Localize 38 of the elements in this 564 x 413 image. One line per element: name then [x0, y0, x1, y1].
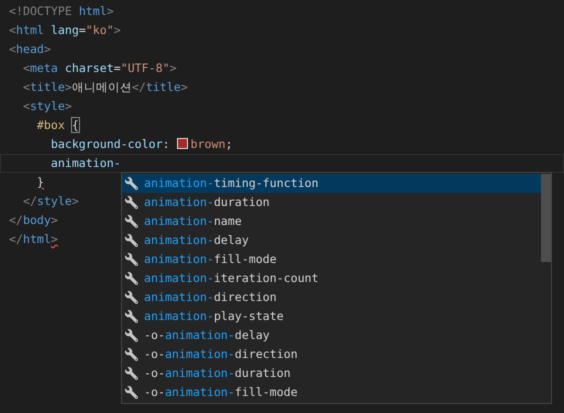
suggestion-item[interactable]: animation-iteration-count — [122, 269, 541, 288]
suggestion-item[interactable]: -o-animation-fill-mode — [122, 383, 541, 402]
code-line: animation- — [50, 156, 121, 170]
code-line: <html lang="ko"> — [9, 23, 121, 37]
wrench-icon — [125, 253, 138, 266]
wrench-icon — [125, 196, 138, 209]
suggestion-item[interactable]: animation-name — [122, 212, 541, 231]
code-line: <!DOCTYPE html> — [9, 4, 114, 18]
suggestion-item[interactable]: animation-duration — [122, 193, 541, 212]
suggestion-item[interactable]: -o-animation-delay — [122, 326, 541, 345]
code-line: <meta charset="UTF-8"> — [22, 61, 177, 75]
wrench-icon — [125, 215, 138, 228]
code-line: <style> — [22, 99, 72, 113]
wrench-icon — [125, 272, 138, 285]
suggestion-item[interactable]: animation-direction — [122, 288, 541, 307]
wrench-icon — [125, 367, 138, 380]
wrench-icon — [125, 329, 138, 342]
wrench-icon — [125, 177, 138, 190]
code-line: <head> — [9, 42, 51, 56]
code-line: </body> — [9, 213, 58, 227]
wrench-icon — [125, 386, 138, 399]
wrench-icon — [125, 234, 138, 247]
code-line: } — [36, 175, 44, 189]
suggestion-item[interactable]: animation-timing-function — [122, 174, 541, 193]
suggestion-item[interactable]: animation-delay — [122, 231, 541, 250]
suggestion-item[interactable]: animation-fill-mode — [122, 250, 541, 269]
wrench-icon — [125, 310, 138, 323]
code-line: background-color: brown; — [50, 137, 232, 151]
code-line: <title>애니메이션</title> — [22, 80, 188, 94]
code-line: #box { — [36, 118, 79, 132]
scrollbar-thumb[interactable] — [541, 174, 551, 262]
wrench-icon — [125, 348, 138, 361]
suggestion-item[interactable]: animation-play-state — [122, 307, 541, 326]
wrench-icon — [125, 291, 138, 304]
code-line: </html> — [9, 232, 58, 246]
code-line: </style> — [22, 194, 79, 208]
suggestion-item[interactable]: -o-animation-direction — [122, 345, 541, 364]
suggestion-item[interactable]: -o-animation-duration — [122, 364, 541, 383]
